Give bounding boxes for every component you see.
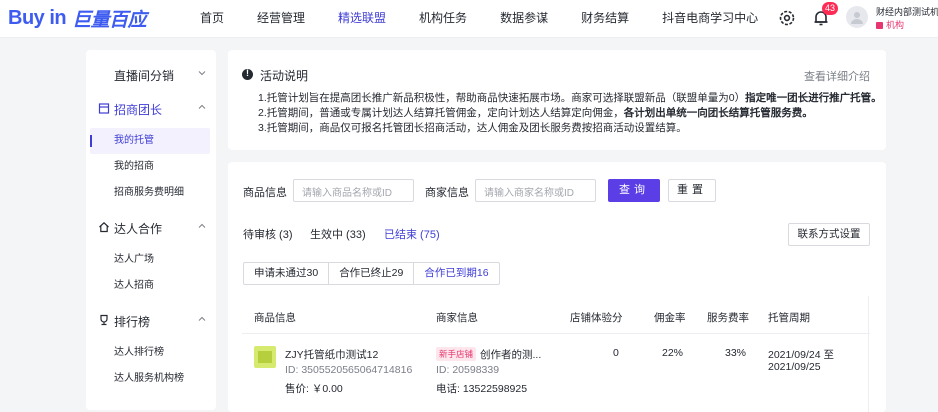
query-button[interactable]: 查询 [608, 179, 660, 202]
tab-ended[interactable]: 已结束 (75) [384, 226, 440, 242]
sidebar-group-label: 排行榜 [114, 315, 151, 329]
tab-pending[interactable]: 待审核 (3) [243, 226, 293, 242]
custody-list-card: 商品信息 请输入商品名称或ID 商家信息 请输入商家名称或ID 查询 重置 待审… [228, 162, 886, 412]
shop-id: ID: 20598339 [436, 364, 500, 376]
nav-home[interactable]: 首页 [188, 0, 236, 38]
segment-expired[interactable]: 合作已到期16 [414, 263, 498, 284]
sidebar-item-service-fee[interactable]: 招商服务费明细 [90, 180, 210, 206]
sidebar-group-label: 直播间分销 [114, 69, 175, 83]
column-commission: 佣金率 [654, 312, 686, 324]
table-scroll-edge [868, 296, 869, 412]
nav-agency-tasks[interactable]: 机构任务 [407, 0, 479, 38]
trophy-icon [100, 314, 108, 326]
account-name[interactable]: 财经内部测试机 [876, 5, 938, 18]
chevron-up-icon [198, 223, 206, 228]
sidebar-group-recruit[interactable]: 招商团长 [86, 97, 216, 119]
account-role-label: 机构 [886, 20, 905, 30]
table-header: 商品信息 商家信息 店铺体验分 佣金率 服务费率 托管周期 [242, 300, 870, 334]
sidebar-item-my-custody[interactable]: 我的托管 [90, 128, 210, 154]
info-icon [242, 68, 253, 80]
activity-title: 活动说明 [260, 69, 309, 83]
activity-line-2: 2.托管期间，普通或专属计划达人结算托管佣金，定向计划达人结算定向佣金，各计划出… [258, 105, 813, 120]
goods-price: 售价: ￥0.00 [285, 383, 343, 395]
commission-rate: 22% [662, 347, 684, 359]
building-icon [98, 103, 110, 114]
shop-info: 新手店铺 创作者的测... [436, 347, 541, 362]
goods-id: ID: 3505520565064714816 [285, 364, 413, 376]
reset-button[interactable]: 重置 [668, 179, 716, 202]
top-bar: Buy in 巨量百应 首页 经营管理 精选联盟 机构任务 数据参谋 财务结算 … [0, 0, 938, 38]
role-icon [876, 22, 883, 29]
activity-line-2-bold: 各计划出单统一向团长结算托管服务费。 [623, 107, 813, 119]
column-goods: 商品信息 [254, 312, 296, 324]
contact-settings-button[interactable]: 联系方式设置 [788, 223, 870, 246]
sidebar: 直播间分销 招商团长 我的托管 我的招商 招商服务费明细 达人合作 达人广场 达… [86, 50, 216, 410]
user-icon [851, 12, 863, 24]
new-shop-badge: 新手店铺 [436, 347, 477, 361]
goods-name[interactable]: ZJY托管纸巾测试12 [285, 347, 378, 362]
service-fee-rate: 33% [725, 347, 747, 359]
home-icon [99, 221, 109, 233]
main-nav: 首页 经营管理 精选联盟 机构任务 数据参谋 财务结算 抖音电商学习中心 [188, 0, 779, 38]
status-segment: 申请未通过30 合作已终止29 合作已到期16 [243, 262, 500, 285]
goods-search-input[interactable]: 请输入商品名称或ID [293, 179, 414, 202]
sidebar-item-talent-recruit[interactable]: 达人招商 [90, 273, 210, 299]
avatar[interactable] [846, 6, 868, 28]
sidebar-group-ranking[interactable]: 排行榜 [86, 309, 216, 331]
sidebar-group-live[interactable]: 直播间分销 [86, 63, 216, 85]
shop-score: 0 [613, 347, 619, 359]
sidebar-item-agency-ranking[interactable]: 达人服务机构榜 [90, 366, 210, 392]
logo-text: Buy in [8, 6, 67, 29]
column-service-fee: 服务费率 [707, 312, 749, 324]
shop-search-input[interactable]: 请输入商家名称或ID [475, 179, 596, 202]
more-details-link[interactable]: 查看详细介绍 [804, 68, 870, 84]
sidebar-group-talent[interactable]: 达人合作 [86, 216, 216, 238]
sidebar-group-label: 招商团长 [114, 103, 163, 117]
activity-line-1-text: 1.托管计划旨在提高团长推广新品积极性，帮助商品快速拓展市场。商家可选择联盟新品… [258, 92, 746, 104]
nav-learning-center[interactable]: 抖音电商学习中心 [650, 0, 770, 38]
logo-text-cn: 巨量百应 [72, 9, 147, 31]
activity-line-1-bold: 指定唯一团长进行推广托管。 [745, 92, 882, 104]
shop-filter-label: 商家信息 [425, 187, 469, 199]
activity-card: 活动说明 查看详细介绍 1.托管计划旨在提高团长推广新品积极性，帮助商品快速拓展… [228, 50, 886, 150]
activity-line-3: 3.托管期间，商品仅可报名托管团长招商活动，达人佣金及团长服务费按招商活动设置结… [258, 122, 687, 134]
sidebar-item-talent-square[interactable]: 达人广场 [90, 247, 210, 273]
column-score: 店铺体验分 [570, 312, 623, 324]
column-period: 托管周期 [768, 312, 810, 324]
segment-terminated[interactable]: 合作已终止29 [329, 263, 415, 284]
nav-finance[interactable]: 财务结算 [569, 0, 641, 38]
goods-thumbnail[interactable] [254, 346, 276, 368]
notification-badge: 43 [822, 2, 839, 15]
chevron-up-icon [198, 104, 206, 109]
account-role: 机构 [876, 18, 904, 31]
sidebar-item-my-recruit[interactable]: 我的招商 [90, 154, 210, 180]
sidebar-item-talent-ranking[interactable]: 达人排行榜 [90, 340, 210, 366]
column-shop: 商家信息 [436, 312, 478, 324]
period-end: 2021/09/25 [768, 361, 821, 373]
shop-name[interactable]: 创作者的测... [480, 349, 541, 361]
segment-rejected[interactable]: 申请未通过30 [244, 263, 330, 284]
sidebar-group-label: 达人合作 [114, 222, 163, 236]
nav-alliance[interactable]: 精选联盟 [326, 0, 398, 38]
period-start: 2021/09/24 至 [768, 349, 834, 361]
chevron-down-icon [198, 71, 206, 76]
nav-operations[interactable]: 经营管理 [245, 0, 317, 38]
activity-line-2-text: 2.托管期间，普通或专属计划达人结算托管佣金，定向计划达人结算定向佣金， [258, 107, 624, 119]
logo[interactable]: Buy in 巨量百应 [8, 6, 147, 31]
tab-active[interactable]: 生效中 (33) [310, 226, 366, 242]
gear-icon[interactable] [778, 9, 796, 27]
chevron-up-icon [198, 316, 206, 321]
shop-phone: 电话: 13522598925 [436, 383, 528, 395]
nav-data[interactable]: 数据参谋 [488, 0, 560, 38]
goods-filter-label: 商品信息 [243, 187, 287, 199]
activity-line-1: 1.托管计划旨在提高团长推广新品积极性，帮助商品快速拓展市场。商家可选择联盟新品… [258, 90, 882, 105]
